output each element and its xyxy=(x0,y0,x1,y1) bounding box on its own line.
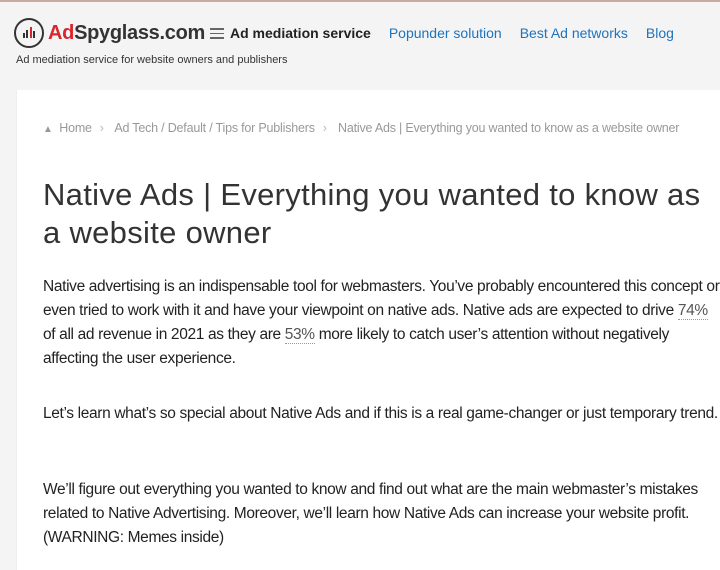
breadcrumb: ▲ Home › Ad Tech / Default / Tips for Pub… xyxy=(43,118,713,140)
main-nav: Ad mediation service Popunder solution B… xyxy=(210,25,692,42)
nav-best-ad-networks[interactable]: Best Ad networks xyxy=(520,25,628,41)
logo-text: AdSpyglass.com xyxy=(48,21,205,44)
tagline: Ad mediation service for website owners … xyxy=(16,54,288,66)
page-title: Native Ads | Everything you wanted to kn… xyxy=(43,177,701,250)
breadcrumb-home[interactable]: Home xyxy=(59,121,92,135)
paragraph-3: We’ll figure out everything you wanted t… xyxy=(43,481,698,546)
breadcrumb-category[interactable]: Ad Tech / Default / Tips for Publishers xyxy=(114,121,315,135)
chevron-right-icon: › xyxy=(322,121,327,135)
spyglass-logo-icon xyxy=(14,18,44,48)
stat-74[interactable]: 74% xyxy=(677,302,708,320)
paragraph-intro: Native advertising is an indispensable t… xyxy=(43,278,720,367)
paragraph-2: Let’s learn what’s so special about Nati… xyxy=(43,405,718,422)
nav-blog[interactable]: Blog xyxy=(646,25,674,41)
home-icon: ▲ xyxy=(43,124,53,135)
site-header: AdSpyglass.com Ad mediation service for … xyxy=(0,2,720,82)
logo[interactable]: AdSpyglass.com xyxy=(14,18,205,48)
chevron-right-icon: › xyxy=(99,121,104,135)
nav-ad-mediation[interactable]: Ad mediation service xyxy=(230,25,371,41)
article-card: ▲ Home › Ad Tech / Default / Tips for Pub… xyxy=(16,90,720,570)
nav-popunder[interactable]: Popunder solution xyxy=(389,25,502,41)
menu-icon[interactable] xyxy=(210,25,224,42)
breadcrumb-current: Native Ads | Everything you wanted to kn… xyxy=(338,121,680,135)
stat-53[interactable]: 53% xyxy=(284,326,315,344)
